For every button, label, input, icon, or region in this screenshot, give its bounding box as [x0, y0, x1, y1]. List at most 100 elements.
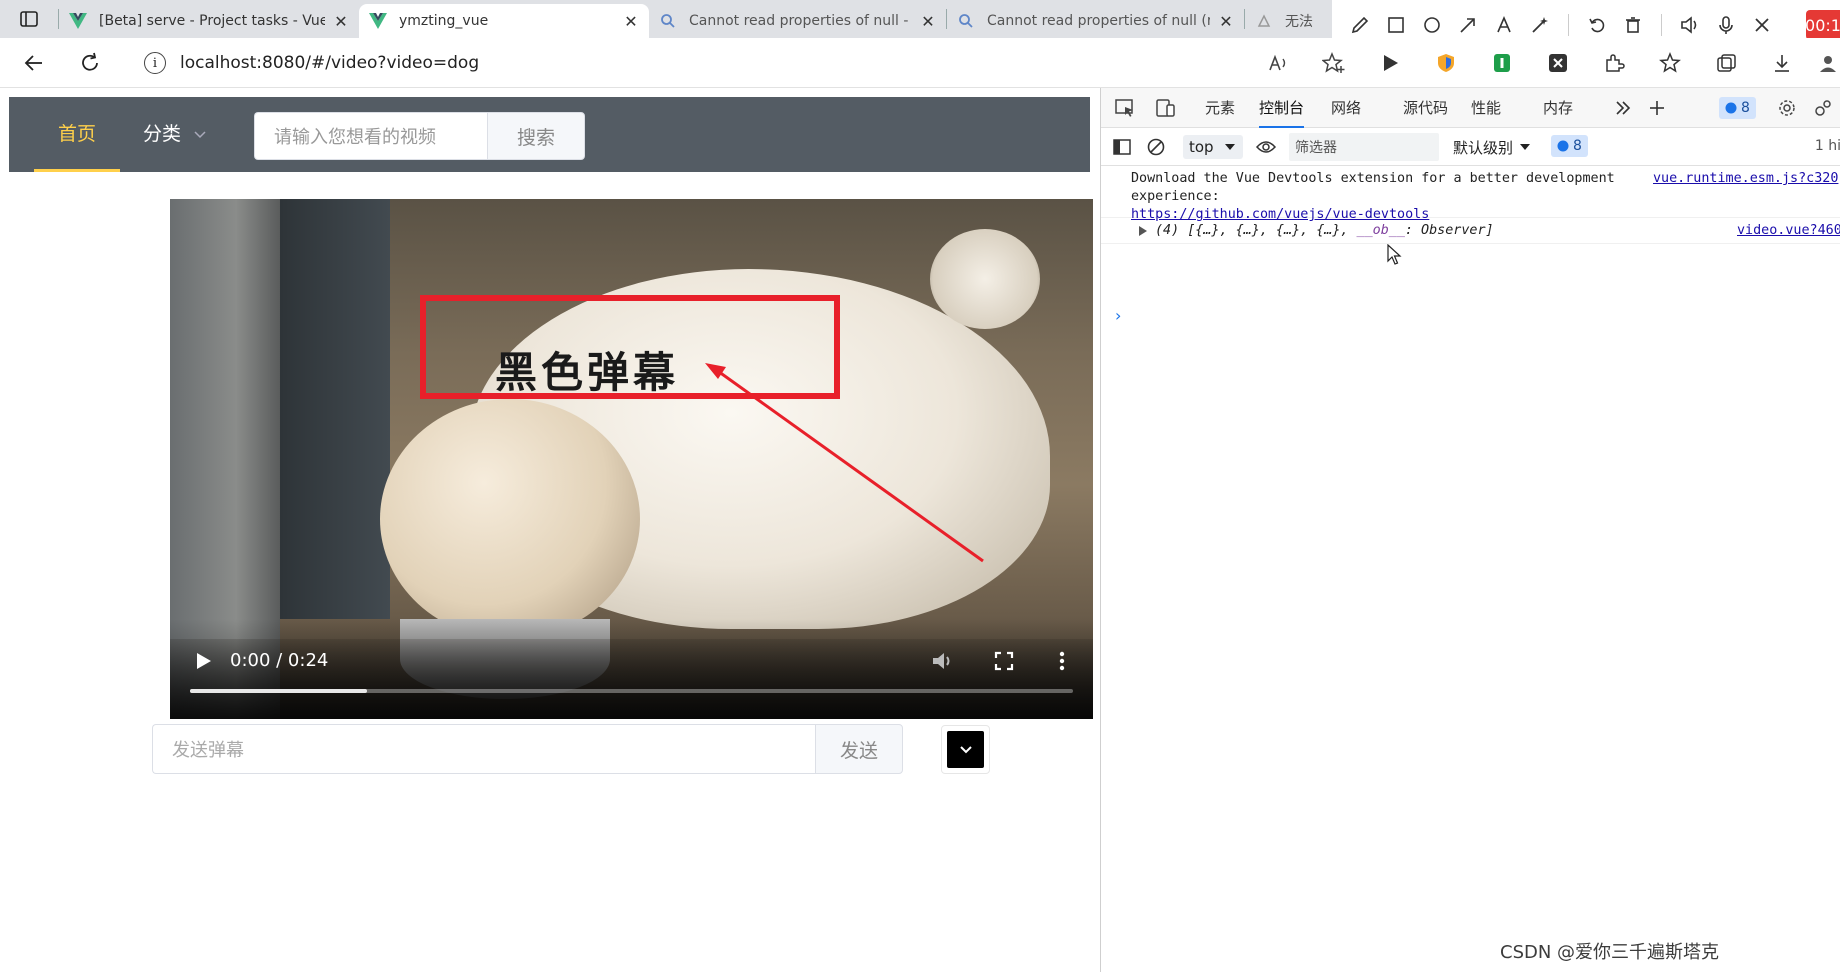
sidebar-icon: [20, 11, 38, 27]
sidebar-toggle-icon[interactable]: [1109, 135, 1135, 159]
tab-title: [Beta] serve - Project tasks - Vue: [99, 13, 325, 29]
vue-icon: [69, 12, 87, 30]
expand-triangle-icon[interactable]: [1138, 226, 1148, 236]
console-filter-bar: top 筛选器 默认级别 8 1 hi: [1101, 128, 1840, 166]
video-progress-fill: [190, 689, 367, 693]
message-icon: [1557, 140, 1569, 152]
x-extension-icon[interactable]: [1536, 41, 1580, 85]
tab-cannot-read-null-1[interactable]: Cannot read properties of null - ✕: [649, 4, 946, 38]
devtools-tab-network[interactable]: 网络: [1331, 88, 1361, 128]
preview-ob: __ob__: [1356, 223, 1405, 238]
volume-button[interactable]: [930, 649, 956, 673]
devtools-tab-memory[interactable]: 内存: [1543, 88, 1573, 128]
back-button[interactable]: [12, 41, 56, 85]
read-aloud-icon[interactable]: [1256, 41, 1300, 85]
page-viewport: 首页 分类 请输入您想看的视频 搜索 黑色弹幕 0:00 / 0:24 发送弹幕…: [0, 88, 1100, 972]
video-progress-bar[interactable]: [190, 689, 1073, 693]
collections-icon[interactable]: [1704, 41, 1748, 85]
url-text[interactable]: localhost:8080/#/video?video=dog: [180, 53, 479, 73]
close-icon[interactable]: ✕: [623, 12, 639, 31]
reload-icon: [82, 52, 98, 71]
tab-title: ymzting_vue: [399, 13, 489, 29]
messages-count: 8: [1741, 100, 1750, 116]
preview-start: (4) [{…}, {…}, {…}, {…},: [1155, 223, 1357, 238]
devtools-tab-performance[interactable]: 性能: [1471, 88, 1501, 128]
favorite-add-icon[interactable]: [1312, 41, 1356, 85]
tab-title: Cannot read properties of null (r: [987, 13, 1210, 29]
devtools-tab-elements[interactable]: 元素: [1205, 88, 1235, 128]
toolbar-separator: [1568, 14, 1569, 36]
nav-item-category[interactable]: 分类: [143, 97, 207, 172]
site-nav-menu: 首页 分类 请输入您想看的视频 搜索: [9, 97, 1090, 172]
danmu-input[interactable]: 发送弹幕: [152, 724, 816, 774]
console-output: Download the Vue Devtools extension for …: [1101, 166, 1840, 972]
context-selector[interactable]: top: [1183, 135, 1243, 159]
devtools-tab-sources[interactable]: 源代码: [1403, 88, 1448, 128]
issues-badge[interactable]: 8: [1551, 135, 1588, 157]
more-tabs-icon[interactable]: [1609, 96, 1637, 120]
chevron-down-icon: [194, 131, 206, 139]
device-toggle-icon[interactable]: [1151, 96, 1179, 120]
log-object-preview[interactable]: (4) [{…}, {…}, {…}, {…}, __ob__: Observe…: [1155, 222, 1494, 240]
tab-partial[interactable]: 无法: [1245, 4, 1325, 38]
close-icon[interactable]: ✕: [333, 12, 349, 31]
green-extension-icon[interactable]: [1480, 41, 1524, 85]
eye-icon[interactable]: [1253, 135, 1279, 159]
tab-vue-project-tasks[interactable]: [Beta] serve - Project tasks - Vue ✕: [59, 4, 359, 38]
danmu-color-picker[interactable]: [941, 725, 990, 774]
search-placeholder: 请输入您想看的视频: [274, 127, 436, 148]
customize-icon[interactable]: [1809, 96, 1837, 120]
clear-console-icon[interactable]: [1143, 135, 1169, 159]
download-icon[interactable]: [1760, 41, 1804, 85]
fullscreen-button[interactable]: [992, 649, 1016, 673]
tab-ymzting-vue[interactable]: ymzting_vue ✕: [359, 4, 649, 38]
caret-down-icon: [1520, 144, 1531, 150]
favorites-icon[interactable]: [1648, 41, 1692, 85]
extensions-icon[interactable]: [1592, 41, 1636, 85]
console-prompt-icon[interactable]: ›: [1115, 306, 1121, 325]
log-source-link[interactable]: vue.runtime.esm.js?c320: [1653, 170, 1838, 188]
settings-gear-icon[interactable]: [1773, 96, 1801, 120]
search-icon: [659, 12, 677, 30]
danmu-send-button[interactable]: 发送: [815, 724, 903, 774]
video-player[interactable]: 黑色弹幕 0:00 / 0:24: [170, 199, 1093, 719]
search-icon: [957, 12, 975, 30]
play-button[interactable]: [192, 649, 216, 673]
play-extension-icon[interactable]: [1368, 41, 1412, 85]
csdn-watermark: CSDN @爱你三千遍斯塔克: [1500, 942, 1720, 963]
nav-item-home[interactable]: 首页: [34, 97, 120, 172]
log-source-link[interactable]: video.vue?460: [1737, 222, 1840, 240]
shield-extension-icon[interactable]: [1424, 41, 1468, 85]
chevron-down-icon: [959, 745, 972, 753]
reload-button[interactable]: [68, 41, 112, 85]
devtools-tabbar: 元素 控制台 网络 源代码 性能 内存 8: [1101, 88, 1840, 128]
address-bar[interactable]: i localhost:8080/#/video?video=dog: [126, 44, 1306, 82]
profile-icon[interactable]: [1816, 41, 1840, 85]
log-level-selector[interactable]: 默认级别: [1453, 135, 1531, 159]
console-log-row: Download the Vue Devtools extension for …: [1101, 166, 1840, 222]
toolbar-right: [1250, 38, 1840, 88]
messages-badge[interactable]: 8: [1719, 97, 1756, 119]
console-filter-input[interactable]: 筛选器: [1289, 133, 1439, 161]
inspect-icon[interactable]: [1111, 96, 1139, 120]
close-icon[interactable]: ✕: [920, 12, 936, 31]
info-icon[interactable]: i: [144, 52, 166, 74]
address-toolbar: i localhost:8080/#/video?video=dog: [0, 38, 1840, 88]
extension-icon: [1255, 12, 1273, 30]
tab-cannot-read-null-2[interactable]: Cannot read properties of null (r ✕: [947, 4, 1244, 38]
more-options-button[interactable]: [1050, 649, 1074, 673]
search-button[interactable]: 搜索: [487, 112, 585, 160]
color-swatch: [947, 731, 984, 768]
devtools-tab-console[interactable]: 控制台: [1259, 88, 1305, 128]
tab-title: 无法: [1285, 14, 1313, 30]
danmu-send-label: 发送: [839, 739, 878, 762]
add-tab-icon[interactable]: [1643, 96, 1671, 120]
console-log-row: (4) [{…}, {…}, {…}, {…}, __ob__: Observe…: [1101, 218, 1840, 244]
close-icon[interactable]: ✕: [1218, 12, 1234, 31]
tab-actions-button[interactable]: [0, 0, 58, 38]
tab-title: Cannot read properties of null -: [689, 13, 909, 29]
record-timer: 00:1: [1805, 10, 1840, 40]
log-message: Download the Vue Devtools extension for …: [1131, 170, 1615, 224]
video-search-input[interactable]: 请输入您想看的视频: [254, 112, 487, 160]
search-button-label: 搜索: [516, 126, 555, 149]
